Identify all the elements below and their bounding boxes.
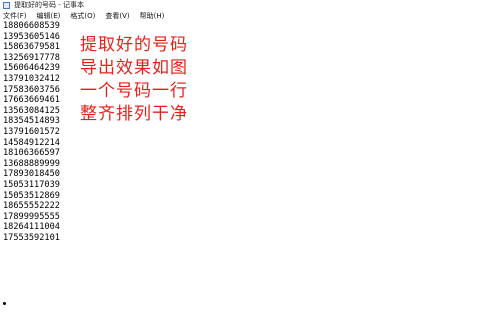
text-line: 17899995555 [3,211,60,222]
phone-number-list: 18806608539 13953605146 15863679581 1325… [3,21,60,243]
text-line: 18655552222 [3,201,60,212]
text-line: 15863679581 [3,42,60,53]
menu-bar: 文件(F) 编辑(E) 格式(O) 查看(V) 帮助(H) [0,11,499,21]
window-title: 提取好的号码 - 记事本 [14,1,84,9]
title-bar[interactable]: 提取好的号码 - 记事本 [0,0,499,11]
text-line: 17663669461 [3,95,60,106]
annotation-line: 一个号码一行 [80,81,188,101]
text-editor-area[interactable]: 18806608539 13953605146 15863679581 1325… [0,21,499,312]
text-line: 18354514893 [3,116,60,127]
text-line: 13256917778 [3,52,60,63]
notepad-icon [3,2,10,9]
text-line: 14584912214 [3,137,60,148]
text-line: 13791032412 [3,73,60,84]
text-line: 13953605146 [3,31,60,42]
text-line: 18806608539 [3,21,60,31]
annotation-line: 提取好的号码 [80,35,188,55]
menu-file[interactable]: 文件(F) [0,11,33,21]
menu-help[interactable]: 帮助(H) [136,11,171,21]
text-line: 13688889999 [3,158,60,169]
text-line: 17553592101 [3,232,60,243]
text-line: 18106366597 [3,148,60,159]
annotation-line: 整齐排列干净 [80,104,188,124]
menu-view[interactable]: 查看(V) [101,11,135,21]
text-line: 13563084125 [3,105,60,116]
text-line: 15053117039 [3,179,60,190]
red-annotation-text: 提取好的号码 导出效果如图 一个号码一行 整齐排列干净 [80,34,188,126]
text-line: 17893018450 [3,169,60,180]
bullet-dot [3,302,6,305]
text-line: 18264111004 [3,222,60,233]
text-line: 13791601572 [3,126,60,137]
text-line: 15606464239 [3,63,60,74]
annotation-line: 导出效果如图 [80,58,188,78]
menu-format[interactable]: 格式(O) [66,11,101,21]
menu-edit[interactable]: 编辑(E) [33,11,67,21]
text-line: 15053512869 [3,190,60,201]
text-line: 17583603756 [3,84,60,95]
